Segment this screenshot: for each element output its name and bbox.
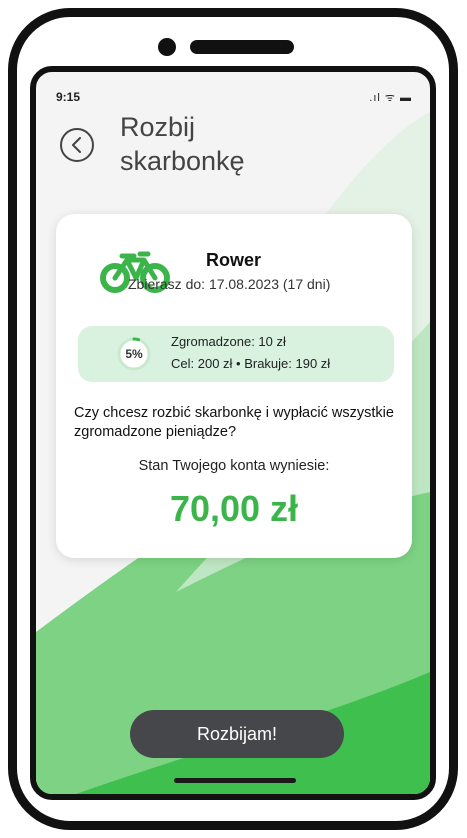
target-remaining: Cel: 200 zł • Brakuje: 190 zł xyxy=(171,356,331,371)
balance-value: 70,00 zł xyxy=(169,488,299,529)
progress-percent: 5% xyxy=(125,347,143,361)
progress-summary: 5% Zgromadzone: 10 zł Cel: 200 zł • Brak… xyxy=(78,326,394,382)
chevron-left-icon xyxy=(72,137,81,153)
phone-screen: 9:15 .ıl ᯤ ▬ Rozbij skarbonkę Rower Zbie… xyxy=(30,66,436,800)
status-bar: 9:15 .ıl ᯤ ▬ xyxy=(36,90,430,108)
speaker-slot xyxy=(190,40,294,54)
confirmation-question: Czy chcesz rozbić skarbonkę i wypłacić w… xyxy=(74,405,394,440)
back-button[interactable] xyxy=(60,128,94,162)
confirm-break-button[interactable]: Rozbijam! xyxy=(130,710,344,758)
deadline-value: 17.08.2023 (17 dni) xyxy=(208,276,331,292)
home-indicator xyxy=(174,778,296,783)
goal-deadline: Zbierasz do: 17.08.2023 (17 dni) xyxy=(128,276,330,292)
deadline-label: Zbierasz do: xyxy=(128,276,206,292)
collected-amount: Zgromadzone: 10 zł xyxy=(171,334,286,349)
status-icons: .ıl ᯤ ▬ xyxy=(369,92,412,104)
camera-dot xyxy=(158,38,176,56)
status-time: 9:15 xyxy=(56,90,81,104)
goal-name: Rower xyxy=(206,250,262,270)
page-title: Rozbij skarbonkę xyxy=(120,112,245,176)
balance-label: Stan Twojego konta wyniesie: xyxy=(138,458,330,474)
goal-card: Rower Zbierasz do: 17.08.2023 (17 dni) 5… xyxy=(56,214,412,558)
